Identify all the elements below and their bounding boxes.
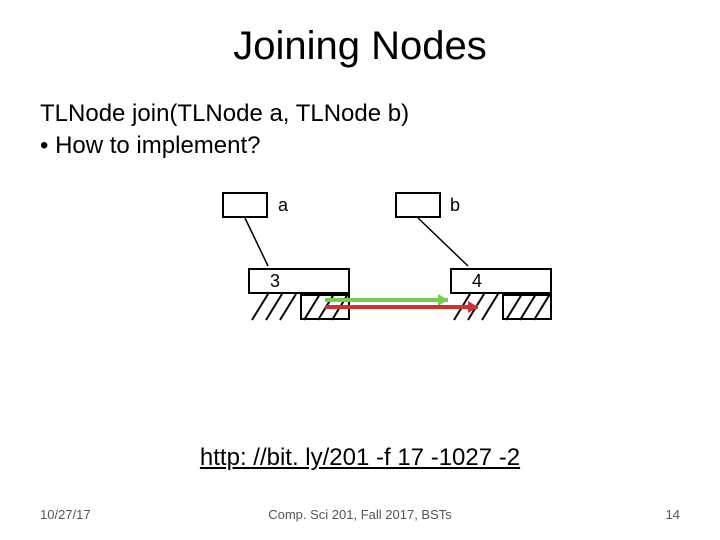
method-signature: TLNode join(TLNode a, TLNode b) xyxy=(40,100,409,128)
node-3-value: 3 xyxy=(250,270,300,292)
pointer-a-box xyxy=(222,192,268,218)
node-4: 4 xyxy=(450,268,552,294)
node-4-next-cell xyxy=(502,294,552,320)
label-b: b xyxy=(450,195,460,216)
bitly-link[interactable]: http: //bit. ly/201 -f 17 -1027 -2 xyxy=(0,444,720,472)
bullet-how-to-implement: • How to implement? xyxy=(40,132,261,160)
node-4-value: 4 xyxy=(452,270,502,292)
node-3-next-cell xyxy=(300,294,350,320)
slide-title: Joining Nodes xyxy=(0,24,720,69)
footer-page-number: 14 xyxy=(666,507,680,522)
footer-course: Comp. Sci 201, Fall 2017, BSTs xyxy=(0,507,720,522)
slide: Joining Nodes TLNode join(TLNode a, TLNo… xyxy=(0,0,720,540)
pointer-b-box xyxy=(395,192,441,218)
label-a: a xyxy=(278,195,288,216)
node-3: 3 xyxy=(248,268,350,294)
